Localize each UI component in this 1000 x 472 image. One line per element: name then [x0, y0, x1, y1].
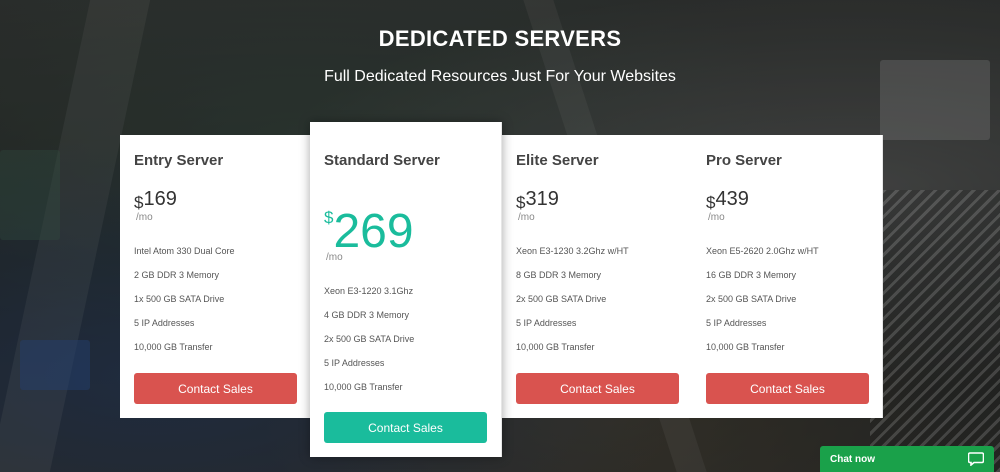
currency-symbol: $ — [134, 193, 144, 212]
feature-list: Xeon E3-1230 3.2Ghz w/HT 8 GB DDR 3 Memo… — [516, 245, 629, 365]
feature-item: 1x 500 GB SATA Drive — [134, 294, 225, 304]
feature-item: 8 GB DDR 3 Memory — [516, 270, 602, 280]
contact-sales-button[interactable]: Contact Sales — [324, 412, 487, 443]
feature-item: Xeon E5-2620 2.0Ghz w/HT — [706, 246, 819, 256]
plan-price: $439 /mo — [706, 188, 749, 223]
feature-item: 10,000 GB Transfer — [324, 382, 403, 392]
plan-price: $269 /mo — [324, 204, 414, 263]
feature-item: 10,000 GB Transfer — [706, 342, 785, 352]
feature-item: 10,000 GB Transfer — [516, 342, 595, 352]
contact-sales-button[interactable]: Contact Sales — [706, 373, 869, 404]
feature-item: 2x 500 GB SATA Drive — [516, 294, 607, 304]
price-amount: 269 — [333, 205, 414, 258]
price-period: /mo — [136, 212, 153, 223]
feature-item: 10,000 GB Transfer — [134, 342, 213, 352]
chat-bubble-icon — [968, 452, 984, 466]
plan-price: $319 /mo — [516, 188, 559, 223]
price-period: /mo — [708, 212, 725, 223]
feature-list: Xeon E3-1220 3.1Ghz 4 GB DDR 3 Memory 2x… — [324, 285, 414, 405]
feature-list: Xeon E5-2620 2.0Ghz w/HT 16 GB DDR 3 Mem… — [706, 245, 819, 365]
feature-item: 5 IP Addresses — [134, 318, 195, 328]
feature-list: Intel Atom 330 Dual Core 2 GB DDR 3 Memo… — [134, 245, 235, 365]
contact-sales-button[interactable]: Contact Sales — [516, 373, 679, 404]
plan-name: Entry Server — [134, 152, 224, 169]
price-amount: 439 — [715, 188, 749, 210]
price-period: /mo — [326, 252, 343, 263]
plan-name: Elite Server — [516, 152, 599, 169]
plan-card-standard: Standard Server $269 /mo Xeon E3-1220 3.… — [310, 122, 502, 457]
plan-card-pro: Pro Server $439 /mo Xeon E5-2620 2.0Ghz … — [692, 135, 883, 418]
price-period: /mo — [518, 212, 535, 223]
price-amount: 319 — [525, 188, 559, 210]
page-subtitle: Full Dedicated Resources Just For Your W… — [324, 68, 676, 85]
currency-symbol: $ — [516, 193, 526, 212]
price-amount: 169 — [143, 188, 177, 210]
feature-item: 2x 500 GB SATA Drive — [706, 294, 797, 304]
feature-item: Intel Atom 330 Dual Core — [134, 246, 235, 256]
chat-now-widget[interactable]: Chat now — [820, 446, 994, 472]
feature-item: 5 IP Addresses — [706, 318, 767, 328]
plan-card-elite: Elite Server $319 /mo Xeon E3-1230 3.2Gh… — [502, 135, 693, 418]
feature-item: Xeon E3-1220 3.1Ghz — [324, 286, 414, 296]
chat-label: Chat now — [830, 453, 875, 465]
currency-symbol: $ — [706, 193, 716, 212]
feature-item: 4 GB DDR 3 Memory — [324, 310, 410, 320]
feature-item: 2 GB DDR 3 Memory — [134, 270, 220, 280]
feature-item: 5 IP Addresses — [516, 318, 577, 328]
currency-symbol: $ — [324, 208, 334, 227]
feature-item: Xeon E3-1230 3.2Ghz w/HT — [516, 246, 629, 256]
page-header: DEDICATED SERVERS Full Dedicated Resourc… — [0, 26, 1000, 86]
plan-price: $169 /mo — [134, 188, 177, 223]
contact-sales-button[interactable]: Contact Sales — [134, 373, 297, 404]
feature-item: 5 IP Addresses — [324, 358, 385, 368]
feature-item: 2x 500 GB SATA Drive — [324, 334, 415, 344]
plan-name: Standard Server — [324, 152, 440, 169]
feature-item: 16 GB DDR 3 Memory — [706, 270, 797, 280]
plan-name: Pro Server — [706, 152, 782, 169]
plan-card-entry: Entry Server $169 /mo Intel Atom 330 Dua… — [120, 135, 311, 418]
page-title: DEDICATED SERVERS — [378, 26, 622, 51]
